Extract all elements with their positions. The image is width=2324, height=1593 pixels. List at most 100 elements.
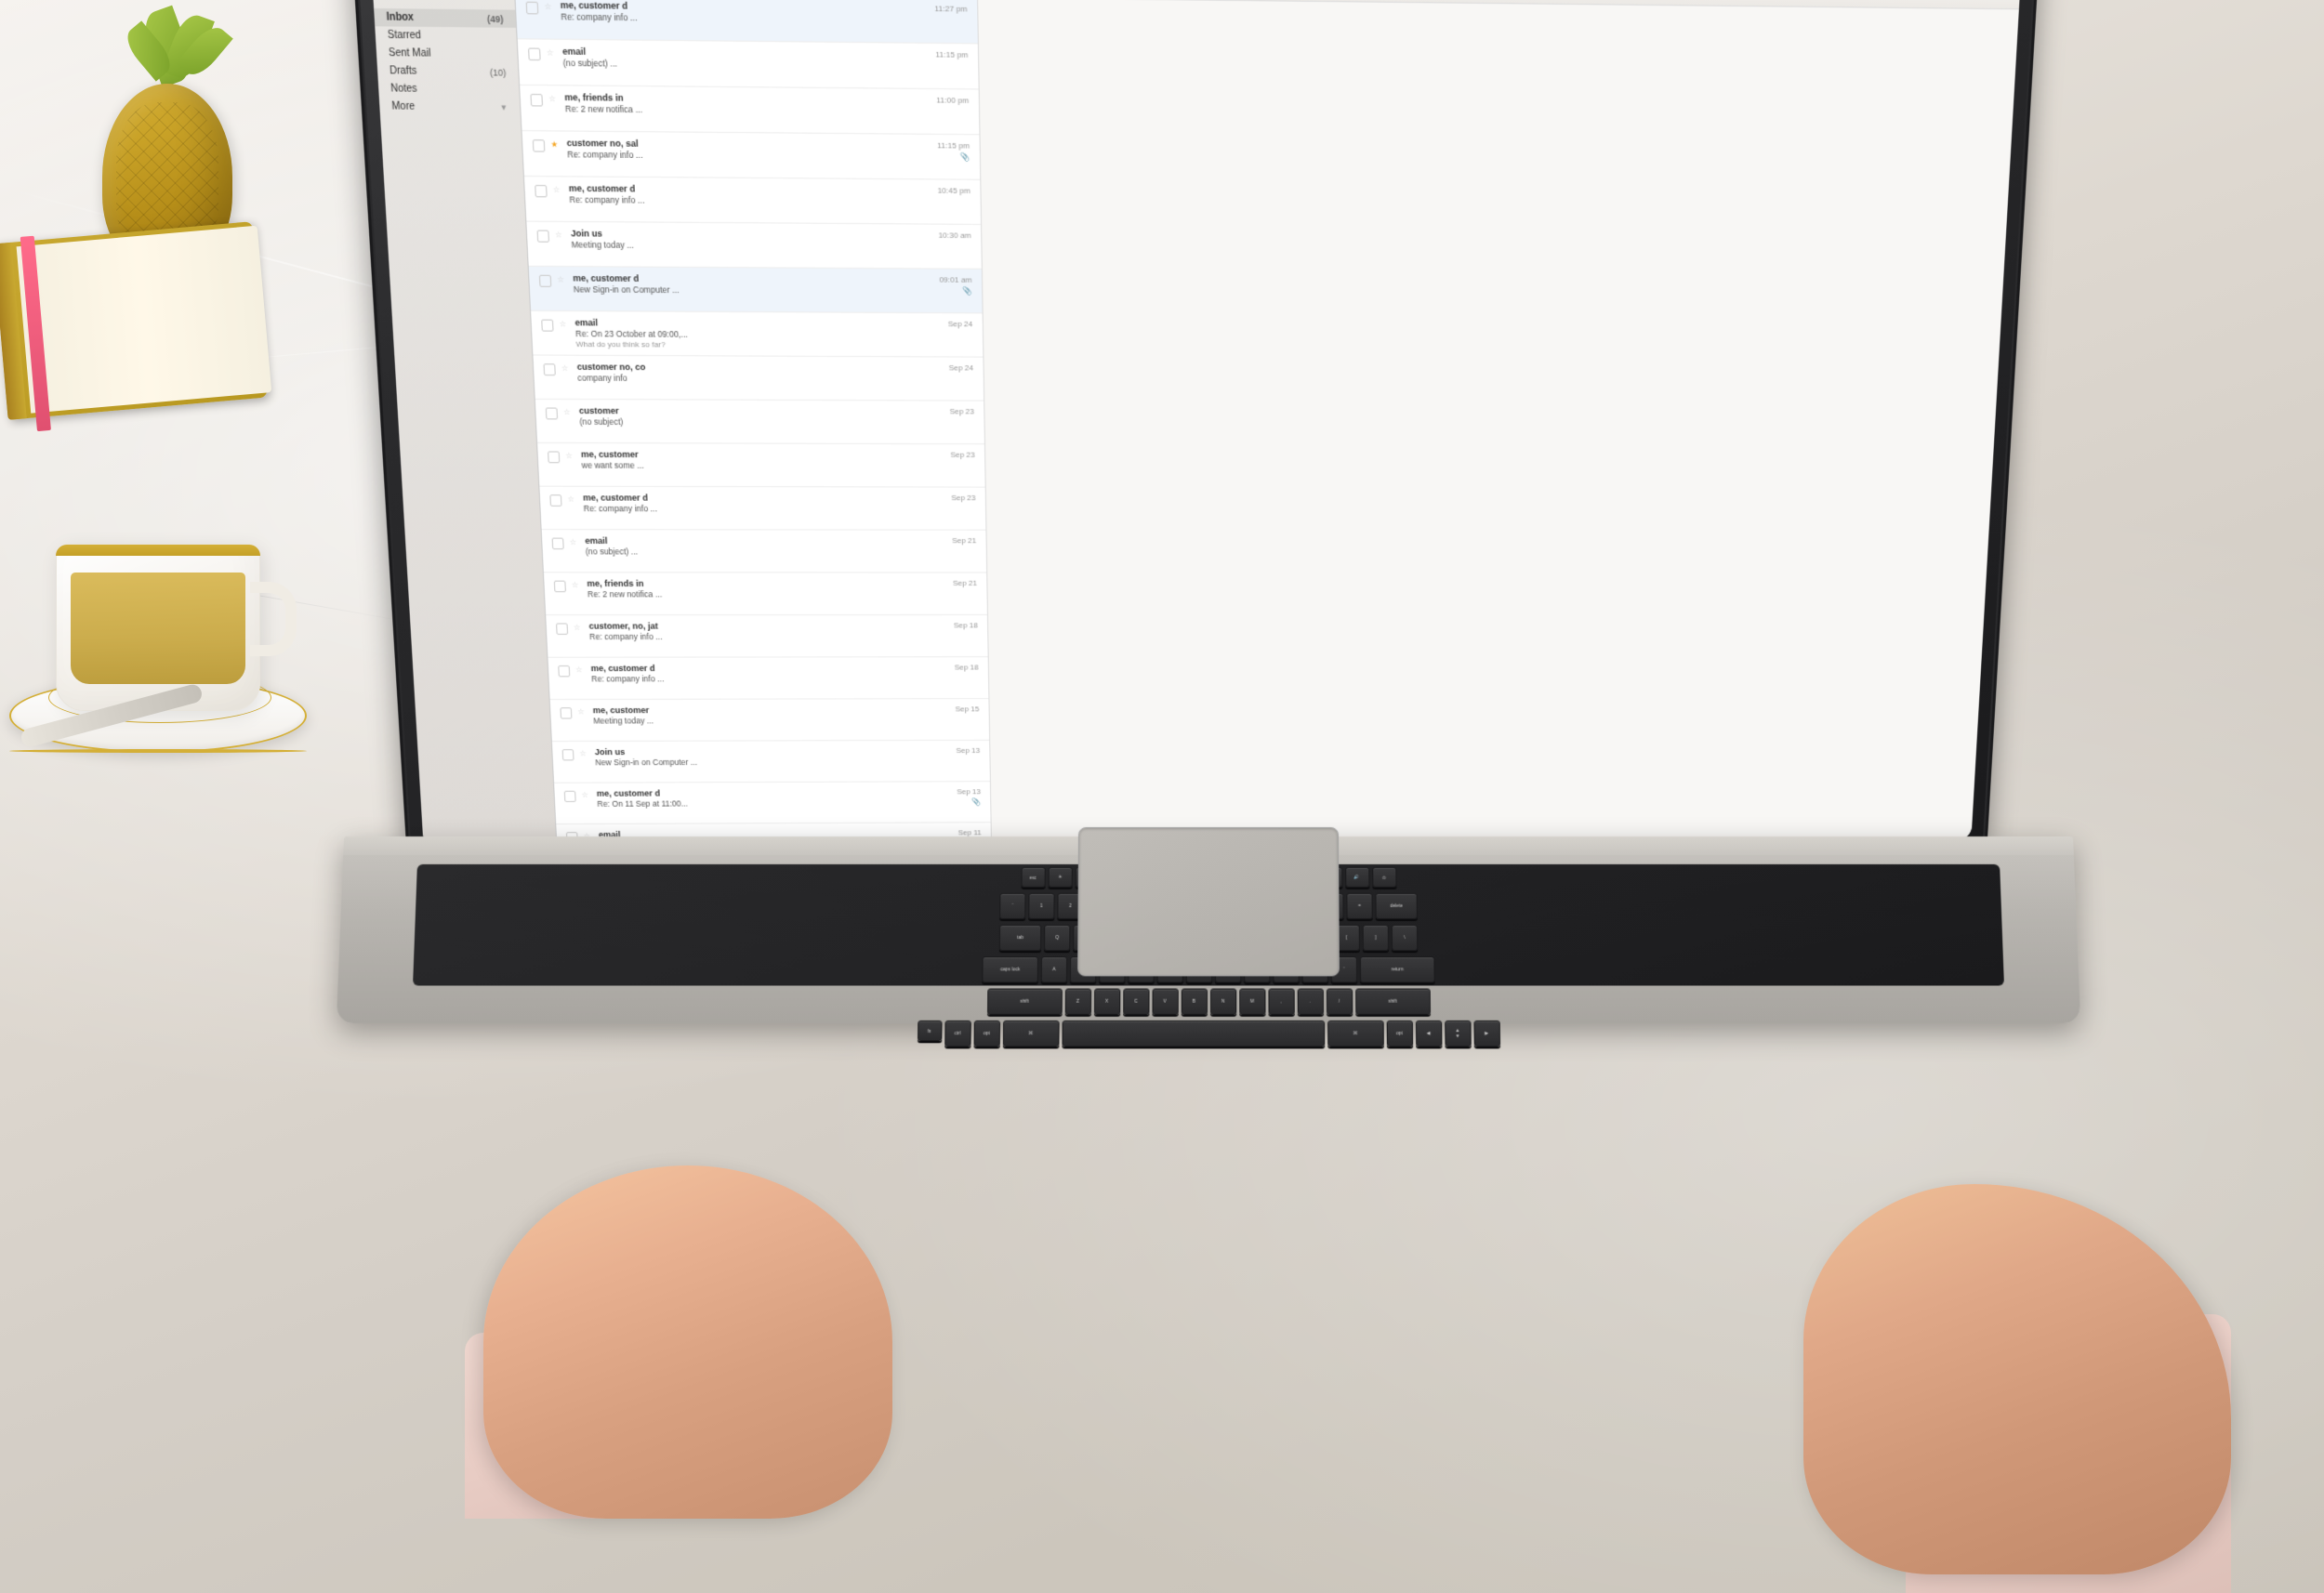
mail-item-19[interactable]: ☆ me, customer d Re: On 11 Sep at 11:00.…	[554, 782, 991, 824]
mail-item-16[interactable]: ☆ me, customer d Re: company info ... Se…	[548, 657, 988, 700]
mail-item-15[interactable]: ☆ customer, no, jat Re: company info ...…	[546, 615, 987, 658]
mail-item-9[interactable]: ☆ customer no, co company info Sep 24	[533, 356, 984, 402]
mail-item-14[interactable]: ☆ me, friends in Re: 2 new notifica ... …	[544, 573, 987, 615]
key-return[interactable]: return	[1360, 956, 1435, 982]
key-cmd-right[interactable]: ⌘	[1327, 1020, 1384, 1047]
key-arrow-updown[interactable]: ▲▼	[1445, 1020, 1472, 1047]
mail-star-14[interactable]: ☆	[572, 581, 582, 590]
mail-checkbox-11[interactable]	[548, 451, 560, 463]
key-arrow-right[interactable]: ▶	[1473, 1020, 1500, 1047]
mail-checkbox-6[interactable]	[537, 230, 549, 243]
mail-item-6[interactable]: ☆ Join us Meeting today ... 10:30 am	[526, 222, 981, 270]
key-equals[interactable]: =	[1346, 893, 1372, 919]
key-v[interactable]: V	[1152, 989, 1178, 1015]
key-n[interactable]: N	[1210, 989, 1236, 1015]
mail-item-17[interactable]: ☆ me, customer Meeting today ... Sep 15	[550, 699, 989, 742]
mail-item-4[interactable]: ★ customer no, sal Re: company info ... …	[522, 131, 981, 180]
mail-star-16[interactable]: ☆	[575, 665, 586, 675]
key-caps[interactable]: caps lock	[982, 956, 1038, 982]
mail-star-9[interactable]: ☆	[561, 363, 572, 374]
key-b[interactable]: B	[1181, 989, 1207, 1015]
mail-checkbox-2[interactable]	[528, 48, 541, 61]
key-q[interactable]: Q	[1044, 925, 1070, 951]
key-comma[interactable]: ,	[1268, 989, 1294, 1015]
key-fn[interactable]: fn	[918, 1020, 943, 1041]
mail-item-5[interactable]: ☆ me, customer d Re: company info ... 10…	[524, 177, 981, 225]
key-z[interactable]: Z	[1064, 989, 1090, 1015]
key-arrow-left[interactable]: ◀	[1415, 1020, 1442, 1047]
mail-star-3[interactable]: ☆	[548, 94, 559, 104]
mail-star-1[interactable]: ☆	[544, 2, 554, 12]
mail-star-2[interactable]: ☆	[547, 48, 557, 59]
sidebar-item-notes[interactable]: Notes	[378, 80, 520, 99]
mail-star-10[interactable]: ☆	[563, 408, 574, 418]
key-c[interactable]: C	[1123, 989, 1149, 1015]
key-f12[interactable]: 🔊	[1345, 867, 1369, 888]
mail-checkbox-17[interactable]	[560, 707, 572, 718]
mail-star-18[interactable]: ☆	[579, 749, 589, 758]
mail-checkbox-14[interactable]	[554, 581, 566, 593]
mail-star-6[interactable]: ☆	[555, 230, 565, 241]
mail-star-19[interactable]: ☆	[581, 791, 591, 800]
key-ctrl[interactable]: ctrl	[944, 1020, 971, 1047]
mail-item-12[interactable]: ☆ me, customer d Re: company info ... Se…	[539, 487, 985, 531]
sidebar-item-sent[interactable]: Sent Mail	[376, 45, 517, 64]
key-a[interactable]: A	[1041, 956, 1067, 982]
key-delete[interactable]: delete	[1375, 893, 1417, 919]
key-f1[interactable]: ☀	[1048, 867, 1072, 888]
mail-item-11[interactable]: ☆ me, customer we want some ... Sep 23	[537, 443, 985, 488]
mail-star-11[interactable]: ☆	[565, 452, 575, 462]
key-cmd-left[interactable]: ⌘	[1002, 1020, 1059, 1047]
key-tab[interactable]: tab	[999, 925, 1041, 951]
key-period[interactable]: .	[1297, 989, 1323, 1015]
mail-checkbox-1[interactable]	[526, 2, 539, 15]
key-slash[interactable]: /	[1326, 989, 1352, 1015]
mail-item-7[interactable]: ☆ me, customer d New Sign-in on Computer…	[529, 267, 983, 313]
mail-checkbox-13[interactable]	[552, 538, 564, 550]
key-shift-left[interactable]: shift	[987, 989, 1063, 1015]
sidebar-item-starred[interactable]: Starred	[375, 26, 517, 46]
mail-checkbox-4[interactable]	[533, 139, 546, 151]
mail-item-13[interactable]: ☆ email (no subject) ... Sep 21	[542, 530, 987, 573]
key-backslash[interactable]: \	[1392, 925, 1418, 951]
sidebar-item-drafts[interactable]: Drafts (10)	[377, 62, 519, 82]
key-1[interactable]: 1	[1028, 893, 1054, 919]
mail-checkbox-10[interactable]	[546, 408, 558, 420]
key-space[interactable]	[1062, 1020, 1325, 1047]
key-rbracket[interactable]: ]	[1363, 925, 1389, 951]
mail-item-10[interactable]: ☆ customer (no subject) Sep 23	[535, 400, 984, 444]
key-m[interactable]: M	[1239, 989, 1265, 1015]
key-esc[interactable]: esc	[1021, 867, 1045, 888]
mail-item-3[interactable]: ☆ me, friends in Re: 2 new notifica ... …	[520, 86, 979, 135]
mail-item-2[interactable]: ☆ email (no subject) ... 11:15 pm	[518, 39, 979, 89]
key-option-left[interactable]: opt	[973, 1020, 1000, 1047]
mail-item-1[interactable]: ☆ me, customer d Re: company info ... 11…	[515, 0, 978, 44]
mail-checkbox-7[interactable]	[539, 275, 551, 287]
trackpad[interactable]	[1077, 827, 1340, 976]
mail-checkbox-15[interactable]	[556, 623, 568, 634]
mail-checkbox-5[interactable]	[535, 185, 548, 197]
mail-checkbox-9[interactable]	[543, 363, 555, 375]
mail-checkbox-8[interactable]	[541, 320, 553, 332]
key-backtick[interactable]: `	[999, 893, 1025, 919]
mail-checkbox-3[interactable]	[530, 94, 543, 107]
key-shift-right[interactable]: shift	[1355, 989, 1431, 1015]
mail-star-4[interactable]: ★	[550, 139, 561, 150]
key-x[interactable]: X	[1093, 989, 1119, 1015]
mail-star-12[interactable]: ☆	[567, 494, 577, 505]
mail-star-7[interactable]: ☆	[557, 275, 567, 285]
mail-checkbox-18[interactable]	[562, 749, 574, 760]
mail-star-17[interactable]: ☆	[577, 707, 588, 717]
mail-item-18[interactable]: ☆ Join us New Sign-in on Computer ... Se…	[552, 741, 990, 783]
mail-checkbox-19[interactable]	[564, 791, 576, 802]
sidebar-item-more[interactable]: More ▼	[379, 98, 521, 116]
mail-checkbox-12[interactable]	[549, 494, 561, 507]
key-option-right[interactable]: opt	[1386, 1020, 1413, 1047]
mail-checkbox-16[interactable]	[558, 665, 570, 677]
mail-item-8[interactable]: ☆ email Re: On 23 October at 09:00,... W…	[531, 311, 983, 358]
mail-star-5[interactable]: ☆	[553, 185, 563, 195]
mail-star-15[interactable]: ☆	[574, 623, 584, 632]
mail-star-13[interactable]: ☆	[569, 538, 579, 548]
sidebar-item-inbox[interactable]: Inbox (49)	[374, 8, 516, 28]
key-power[interactable]: ⏻	[1372, 867, 1396, 888]
